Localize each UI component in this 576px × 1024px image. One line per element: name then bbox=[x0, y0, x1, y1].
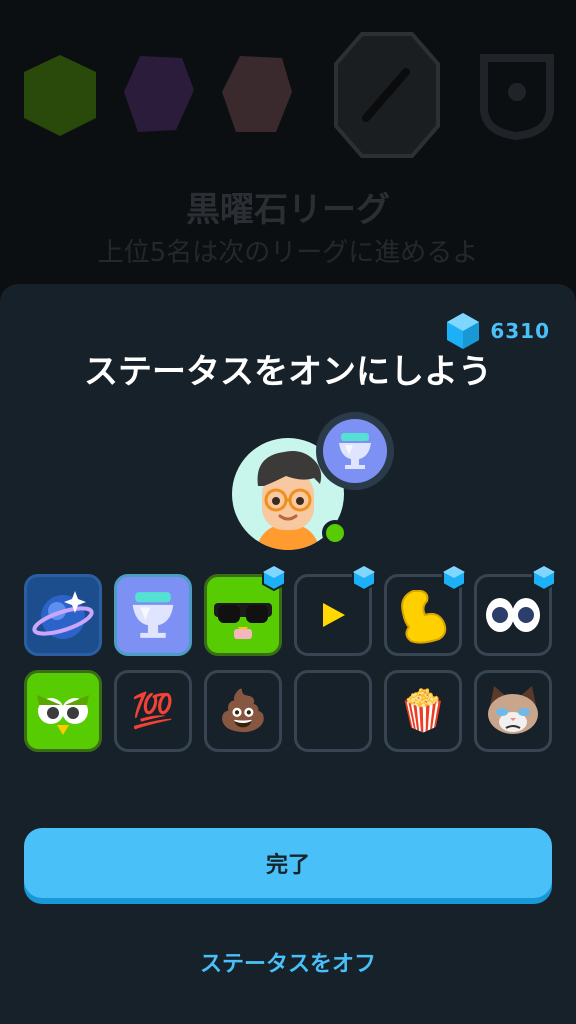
sunglasses-owl-icon bbox=[214, 603, 272, 639]
status-option-empty[interactable] bbox=[294, 670, 372, 752]
status-option-popcorn[interactable]: 🍿 bbox=[384, 670, 462, 752]
grumpy-cat-icon bbox=[488, 686, 538, 734]
selected-status-bubble bbox=[316, 412, 394, 490]
planet-icon bbox=[32, 591, 94, 639]
hundred-points-emoji: 💯 bbox=[131, 691, 175, 731]
status-option-muscle[interactable] bbox=[384, 565, 466, 656]
yellow-arm-icon bbox=[401, 590, 447, 644]
done-button[interactable]: 完了 bbox=[24, 828, 552, 898]
turn-off-status-link[interactable]: ステータスをオフ bbox=[0, 946, 576, 978]
trophy-icon bbox=[339, 433, 371, 469]
status-option-hundred[interactable]: 💯 bbox=[114, 670, 192, 752]
league-subtitle: 上位5名は次のリーグに進めるよ bbox=[97, 238, 479, 268]
status-option-poop[interactable]: 💩 bbox=[204, 670, 282, 752]
trophy-icon bbox=[132, 592, 174, 638]
popcorn-emoji: 🍿 bbox=[398, 688, 448, 734]
sheet-title: ステータスをオンにしよう bbox=[84, 352, 492, 392]
gem-lock-icon bbox=[352, 565, 376, 591]
status-option-sunglasses-owl[interactable] bbox=[204, 565, 286, 656]
league-background: 黒曜石リーグ 上位5名は次のリーグに進めるよ bbox=[0, 0, 576, 300]
poop-emoji: 💩 bbox=[218, 688, 268, 734]
status-grid: 💯 💩 🍿 bbox=[24, 565, 556, 752]
status-option-cat[interactable] bbox=[474, 670, 552, 752]
green-owl-icon bbox=[37, 695, 89, 735]
status-option-trophy[interactable] bbox=[114, 574, 192, 656]
status-option-planet[interactable] bbox=[24, 574, 102, 656]
gem-lock-icon bbox=[262, 565, 286, 591]
league-badge-pink-icon bbox=[222, 56, 292, 132]
gem-lock-icon bbox=[532, 565, 556, 591]
gem-lock-icon bbox=[442, 565, 466, 591]
league-badge-purple-icon bbox=[124, 56, 194, 132]
play-triangle-icon bbox=[323, 603, 345, 627]
status-option-angry-owl[interactable] bbox=[24, 670, 102, 752]
eyes-icon bbox=[486, 598, 540, 632]
gem-count: 6310 bbox=[490, 319, 550, 343]
league-title: 黒曜石リーグ bbox=[186, 190, 390, 230]
online-indicator bbox=[322, 520, 348, 546]
league-badges bbox=[24, 32, 554, 158]
status-option-eyes[interactable] bbox=[474, 565, 556, 656]
status-option-play[interactable] bbox=[294, 565, 376, 656]
league-badge-green-icon bbox=[24, 55, 96, 136]
